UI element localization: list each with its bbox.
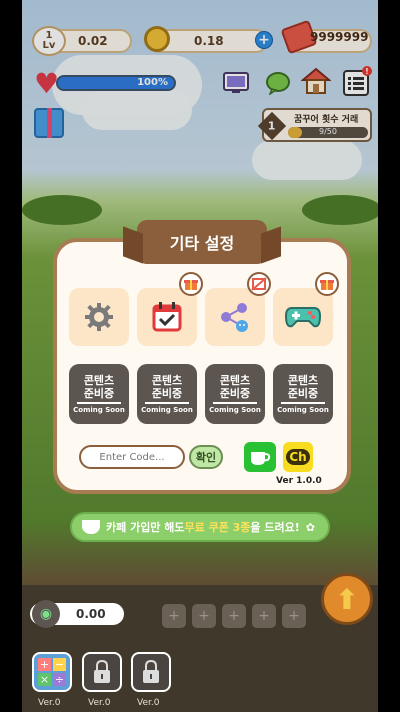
empty-slot[interactable]: + [162, 604, 186, 628]
gamepad-icon: ◉ [32, 600, 60, 628]
modal-title: 기타 설정 [169, 234, 235, 253]
gift-icon [320, 280, 334, 290]
coming-soon-korean: 콘텐츠 준비중 [287, 374, 319, 400]
coming-soon-tile[interactable]: 콘텐츠 준비중 Coming Soon [137, 364, 197, 424]
gear-icon [85, 303, 113, 331]
coming-soon-tile[interactable]: 콘텐츠 준비중 Coming Soon [205, 364, 265, 424]
game-tile[interactable] [273, 288, 333, 346]
lock-icon [143, 660, 159, 683]
svg-text:÷: ÷ [55, 673, 64, 686]
coming-soon-english: Coming Soon [141, 406, 193, 414]
banner-text-post: 을 드려요! [250, 521, 300, 534]
coming-soon-korean: 콘텐츠 준비중 [83, 374, 115, 400]
tool-version: Ver.0 [88, 698, 111, 708]
coming-soon-korean: 콘텐츠 준비중 [151, 374, 183, 400]
tool-version: Ver.0 [38, 698, 61, 708]
gamepad-icon [284, 307, 322, 328]
empty-slot[interactable]: + [252, 604, 276, 628]
calculator-icon: + − × ÷ [38, 658, 66, 686]
banner-highlight: 무료 쿠폰 3종 [184, 521, 251, 534]
gift-badge [179, 272, 203, 296]
empty-slot[interactable]: + [192, 604, 216, 628]
empty-slot[interactable]: + [222, 604, 246, 628]
svg-text:−: − [55, 658, 64, 671]
game-counter-value: 0.00 [76, 607, 106, 621]
share-icon [221, 303, 248, 332]
empty-slot[interactable]: + [282, 604, 306, 628]
coming-soon-english: Coming Soon [209, 406, 261, 414]
share-tile[interactable] [205, 288, 265, 346]
version-label: Ver 1.0.0 [276, 476, 322, 486]
gift-badge [315, 272, 339, 296]
no-ads-icon [251, 277, 267, 291]
kakao-channel-button[interactable]: Ch [283, 442, 313, 472]
kakao-channel-label: Ch [286, 449, 310, 465]
gift-icon [184, 280, 198, 290]
divider [213, 402, 257, 404]
settings-tile[interactable] [69, 288, 129, 346]
coming-soon-tile[interactable]: 콘텐츠 준비중 Coming Soon [69, 364, 129, 424]
coming-soon-english: Coming Soon [277, 406, 329, 414]
coming-soon-korean: 콘텐츠 준비중 [219, 374, 251, 400]
coupon-code-input[interactable] [79, 445, 185, 469]
cafe-promo-banner[interactable]: 카페 가입만 해도 무료 쿠폰 3종 을 드려요! ✿ [70, 512, 330, 542]
modal-title-ribbon: 기타 설정 [137, 220, 267, 264]
confirm-button[interactable]: 확인 [189, 445, 223, 469]
lock-icon [94, 660, 110, 683]
banner-text-pre: 카페 가입만 해도 [106, 521, 185, 534]
calendar-check-icon [152, 302, 182, 332]
coming-soon-english: Coming Soon [73, 406, 125, 414]
svg-text:×: × [40, 673, 49, 686]
coffee-icon [82, 520, 100, 534]
upgrade-button[interactable]: ⬆ [321, 573, 373, 625]
cafe-button[interactable] [244, 442, 276, 472]
coffee-cup-icon [251, 452, 271, 465]
no-ads-badge [247, 272, 271, 296]
locked-tool[interactable] [82, 652, 122, 692]
locked-tool[interactable] [131, 652, 171, 692]
game-screen: 0.02 1 Lv 0.18 + 9999999 ♥ 100% ! 1 꿈꾸어 … [22, 0, 378, 712]
svg-text:+: + [40, 658, 49, 671]
attendance-tile[interactable] [137, 288, 197, 346]
coming-soon-tile[interactable]: 콘텐츠 준비중 Coming Soon [273, 364, 333, 424]
divider [77, 402, 121, 404]
calculator-tool[interactable]: + − × ÷ [32, 652, 72, 692]
tool-version: Ver.0 [137, 698, 160, 708]
divider [145, 402, 189, 404]
paw-icon: ✿ [305, 520, 315, 534]
divider [281, 402, 325, 404]
